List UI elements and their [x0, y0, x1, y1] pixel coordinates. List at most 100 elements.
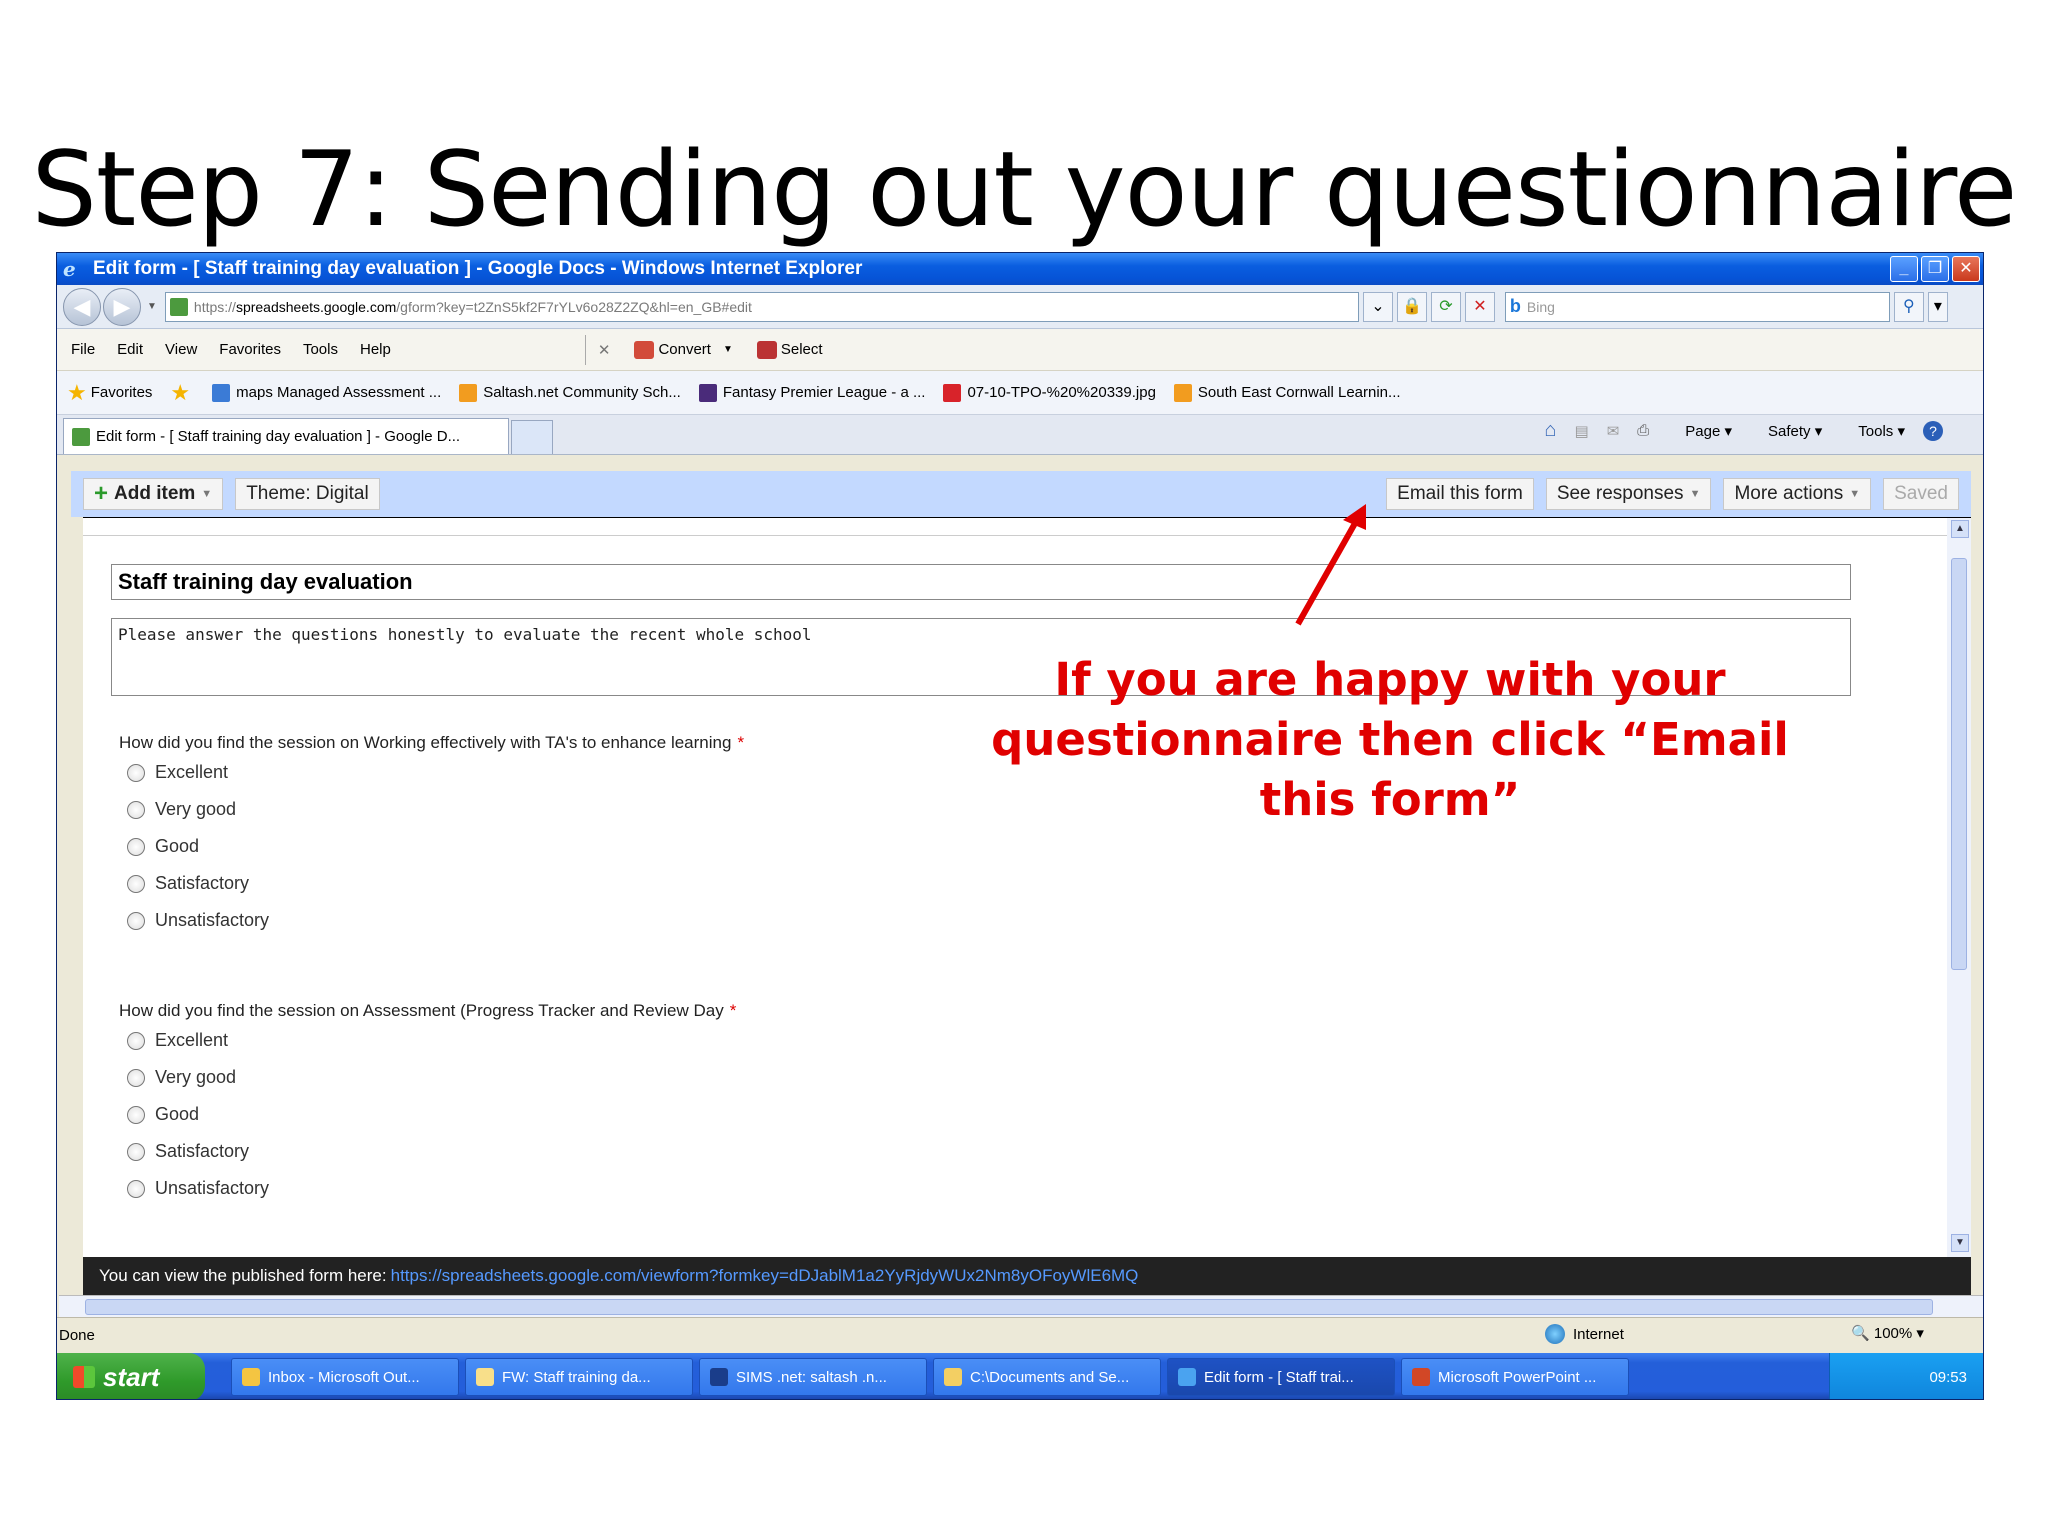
published-form-bar: You can view the published form here: ht… — [83, 1257, 1971, 1295]
convert-button[interactable]: Convert ▼ — [634, 340, 733, 359]
favorites-bar: ★ Favorites ★ maps Managed Assessment ...… — [57, 371, 1983, 415]
safety-menu[interactable]: Safety ▾ — [1750, 422, 1822, 440]
add-item-button[interactable]: + Add item ▼ — [83, 478, 224, 510]
menu-favorites[interactable]: Favorites — [219, 341, 281, 358]
favorites-button[interactable]: ★ Favorites — [67, 380, 152, 406]
menu-tools[interactable]: Tools — [303, 341, 338, 358]
page-favicon-icon — [169, 297, 188, 316]
question-1[interactable]: How did you find the session on Working … — [119, 733, 744, 753]
radio-button[interactable] — [127, 1068, 145, 1087]
stop-button[interactable]: ✕ — [1464, 291, 1495, 322]
home-icon[interactable]: ⌂ — [1544, 419, 1556, 442]
fav-item-0[interactable]: maps Managed Assessment ... — [212, 383, 441, 402]
menu-view[interactable]: View — [165, 341, 197, 358]
zoom-level[interactable]: 🔍 100% ▾ — [1851, 1324, 1924, 1342]
back-button[interactable]: ◀ — [63, 287, 101, 326]
menu-help[interactable]: Help — [360, 341, 391, 358]
task-sims[interactable]: SIMS .net: saltash .n... — [699, 1358, 927, 1396]
close-button[interactable]: ✕ — [1952, 256, 1980, 282]
restore-button[interactable]: ❐ — [1921, 256, 1949, 282]
q2-option-good[interactable]: Good — [127, 1104, 199, 1125]
q2-option-very-good[interactable]: Very good — [127, 1067, 236, 1088]
minimize-button[interactable]: _ — [1890, 256, 1918, 282]
q2-option-unsatisfactory[interactable]: Unsatisfactory — [127, 1178, 269, 1199]
help-icon[interactable]: ? — [1923, 420, 1943, 441]
q2-option-satisfactory[interactable]: Satisfactory — [127, 1141, 249, 1162]
tab-edit-form[interactable]: Edit form - [ Staff training day evaluat… — [63, 418, 509, 454]
scroll-thumb[interactable] — [1951, 558, 1967, 970]
radio-button[interactable] — [127, 874, 145, 893]
scroll-down-icon[interactable]: ▼ — [1951, 1234, 1969, 1252]
q2-option-excellent[interactable]: Excellent — [127, 1030, 228, 1051]
start-button[interactable]: start — [57, 1353, 205, 1399]
title-bar[interactable]: e Edit form - [ Staff training day evalu… — [57, 253, 1983, 285]
form-title-input[interactable]: Staff training day evaluation — [111, 564, 1851, 600]
q1-option-good[interactable]: Good — [127, 836, 199, 857]
theme-button[interactable]: Theme: Digital — [235, 478, 380, 510]
history-dropdown-icon[interactable]: ▼ — [147, 301, 157, 312]
radio-button[interactable] — [127, 1179, 145, 1198]
search-input[interactable]: b Bing — [1504, 291, 1890, 322]
published-form-link[interactable]: https://spreadsheets.google.com/viewform… — [391, 1266, 1139, 1286]
task-email[interactable]: FW: Staff training da... — [465, 1358, 693, 1396]
forward-button[interactable]: ▶ — [103, 287, 141, 326]
feeds-icon[interactable]: ▤ — [1575, 422, 1589, 440]
task-internet-explorer[interactable]: Edit form - [ Staff trai... — [1167, 1358, 1395, 1396]
refresh-button[interactable]: ⟳ — [1430, 291, 1461, 322]
q1-option-satisfactory[interactable]: Satisfactory — [127, 873, 249, 894]
menu-edit[interactable]: Edit — [117, 341, 143, 358]
radio-button[interactable] — [127, 1142, 145, 1161]
close-toolbar-icon[interactable]: ✕ — [598, 341, 611, 359]
horizontal-scrollbar[interactable] — [59, 1295, 1983, 1317]
fav-item-1[interactable]: Saltash.net Community Sch... — [459, 383, 681, 402]
question-2[interactable]: How did you find the session on Assessme… — [119, 1001, 736, 1021]
moodle-icon — [459, 383, 478, 402]
q1-option-excellent[interactable]: Excellent — [127, 762, 228, 783]
annotation-text: If you are happy with your questionnaire… — [991, 653, 1789, 826]
premier-league-icon — [698, 383, 717, 402]
scroll-up-icon[interactable]: ▲ — [1951, 520, 1969, 538]
command-bar: ⌂ ▤ ✉ ⎙ Page ▾ Safety ▾ Tools ▾ ? — [1526, 419, 1943, 442]
fav-item-2[interactable]: Fantasy Premier League - a ... — [698, 383, 925, 402]
status-bar: Done Internet 🔍 100% ▾ — [57, 1317, 1983, 1353]
print-icon[interactable]: ⎙ — [1637, 422, 1649, 439]
page-menu[interactable]: Page ▾ — [1667, 422, 1732, 440]
q1-option-very-good[interactable]: Very good — [127, 799, 236, 820]
menu-file[interactable]: File — [71, 341, 95, 358]
more-actions-button[interactable]: More actions ▼ — [1723, 478, 1872, 510]
clock[interactable]: 09:53 — [1929, 1369, 1967, 1386]
radio-button[interactable] — [127, 800, 145, 819]
search-options-button[interactable]: ▾ — [1927, 291, 1948, 322]
fav-item-3[interactable]: 07-10-TPO-%20%20339.jpg — [943, 383, 1156, 402]
q1-option-unsatisfactory[interactable]: Unsatisfactory — [127, 910, 269, 931]
lock-icon[interactable]: 🔒 — [1396, 291, 1427, 322]
vertical-scrollbar[interactable]: ▲ ▼ — [1947, 518, 1971, 1258]
task-explorer[interactable]: C:\Documents and Se... — [933, 1358, 1161, 1396]
form-editor: Staff training day evaluation Please ans… — [83, 517, 1971, 1258]
add-favorite-icon[interactable]: ★ — [170, 380, 194, 406]
address-dropdown-button[interactable]: ⌄ — [1362, 291, 1393, 322]
radio-button[interactable] — [127, 763, 145, 782]
h-scroll-thumb[interactable] — [85, 1299, 1933, 1315]
tools-menu[interactable]: Tools ▾ — [1840, 422, 1905, 440]
folder-icon — [944, 1368, 962, 1386]
new-tab-button[interactable] — [511, 420, 553, 454]
address-row: ◀ ▶ ▼ https://spreadsheets.google.com/gf… — [57, 285, 1983, 329]
see-responses-button[interactable]: See responses ▼ — [1545, 478, 1712, 510]
fav-item-4[interactable]: South East Cornwall Learnin... — [1173, 383, 1401, 402]
menu-separator — [584, 334, 586, 365]
radio-button[interactable] — [127, 837, 145, 856]
search-button[interactable]: ⚲ — [1893, 291, 1924, 322]
task-outlook[interactable]: Inbox - Microsoft Out... — [231, 1358, 459, 1396]
email-form-button[interactable]: Email this form — [1386, 478, 1534, 510]
mail-icon[interactable]: ✉ — [1607, 422, 1620, 440]
radio-button[interactable] — [127, 911, 145, 930]
radio-button[interactable] — [127, 1105, 145, 1124]
google-docs-icon — [72, 427, 90, 446]
task-powerpoint[interactable]: Microsoft PowerPoint ... — [1401, 1358, 1629, 1396]
radio-button[interactable] — [127, 1031, 145, 1050]
select-button[interactable]: Select — [756, 340, 823, 359]
select-icon — [756, 340, 777, 359]
saved-button[interactable]: Saved — [1883, 478, 1959, 510]
address-bar[interactable]: https://spreadsheets.google.com/gform?ke… — [164, 291, 1359, 322]
